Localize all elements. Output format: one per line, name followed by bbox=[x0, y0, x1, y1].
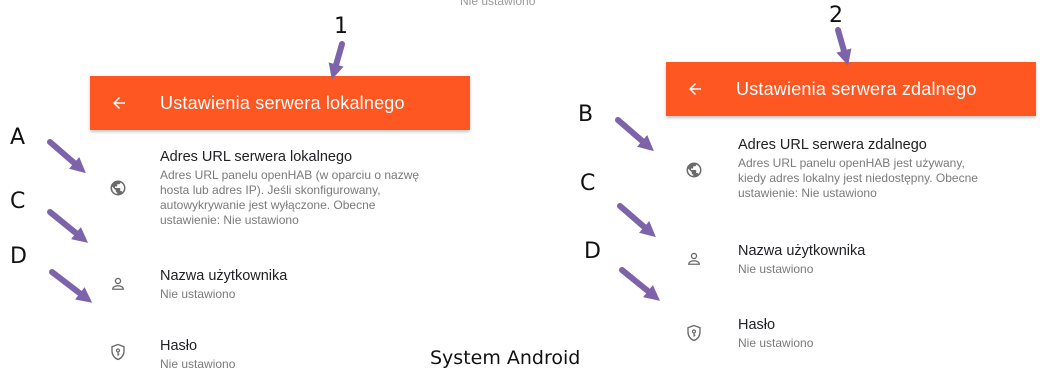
arrow-a bbox=[47, 139, 86, 174]
arrow-d-right bbox=[619, 267, 661, 301]
arrow-1 bbox=[328, 41, 345, 80]
annotation-arrows bbox=[47, 27, 852, 303]
arrow-d-left bbox=[49, 269, 93, 303]
arrow-c-left bbox=[47, 209, 89, 243]
caption: System Android bbox=[430, 347, 581, 369]
arrow-b bbox=[615, 117, 654, 152]
arrow-2 bbox=[835, 27, 852, 66]
arrow-c-right bbox=[617, 203, 656, 238]
